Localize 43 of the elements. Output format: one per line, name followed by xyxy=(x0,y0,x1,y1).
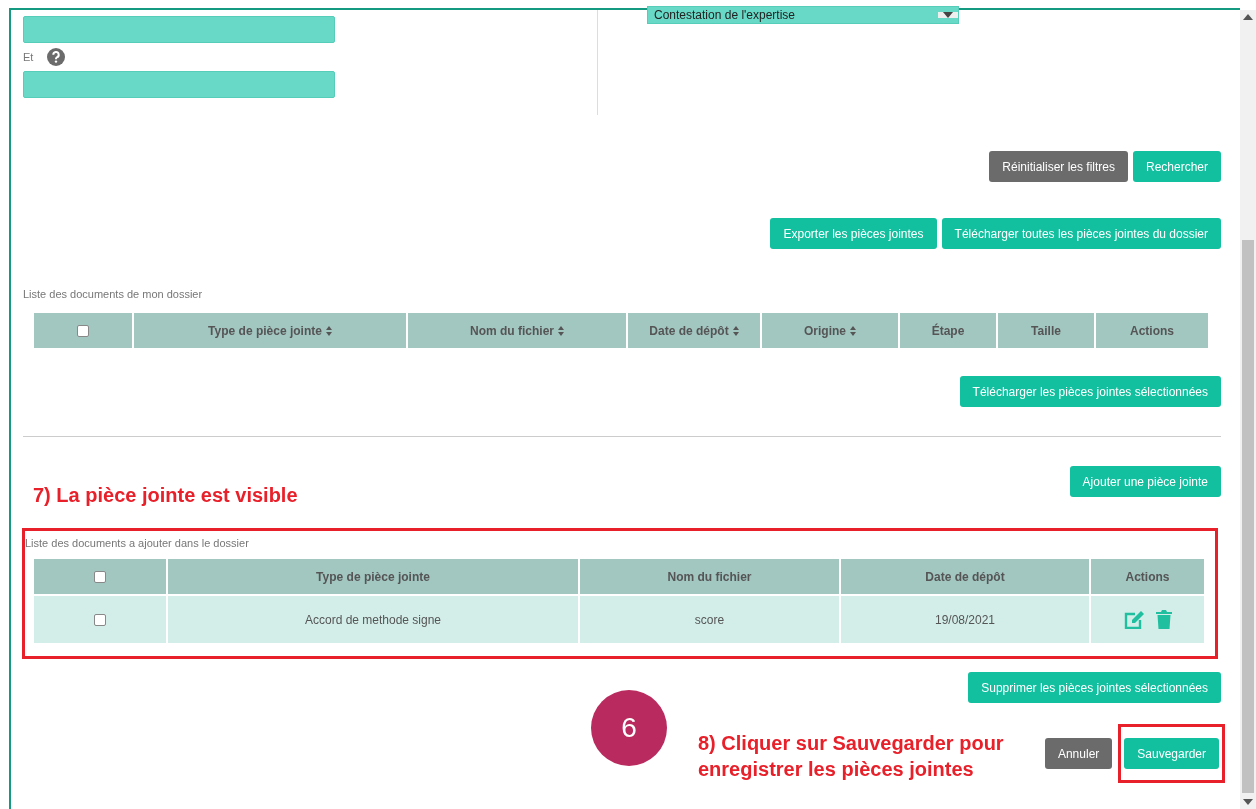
scroll-up-icon[interactable] xyxy=(1243,14,1253,20)
column-header: Type de pièce jointe xyxy=(168,559,578,594)
column-header[interactable]: Type de pièce jointe xyxy=(134,313,406,348)
export-button[interactable]: Télécharger toutes les pièces jointes du dossier xyxy=(941,218,1222,249)
column-header: Date de dépôt xyxy=(841,559,1089,594)
column-header[interactable]: Taille xyxy=(998,313,1094,348)
caret-icon xyxy=(943,12,953,18)
scrollbar[interactable] xyxy=(1240,10,1256,809)
trash-icon[interactable] xyxy=(1155,610,1172,629)
help-icon[interactable] xyxy=(47,48,66,66)
table-cell: 19/08/2021 xyxy=(841,596,1089,643)
table-cell: score xyxy=(580,596,839,643)
annotation-text: 8) Cliquer sur Sauvegarder pour enregistrer les pièces jointes xyxy=(698,731,1005,782)
scroll-down-icon[interactable] xyxy=(1243,799,1253,805)
footer-button[interactable]: Annuler xyxy=(1044,738,1113,769)
field-label: Et xyxy=(23,51,34,63)
step-badge: 6 xyxy=(591,690,667,766)
column-header[interactable]: Étape xyxy=(900,313,996,348)
input-field[interactable] xyxy=(23,16,335,43)
edit-icon[interactable] xyxy=(1123,610,1144,629)
delete-selected-button[interactable]: Supprimer les pièces jointes sélectionnées xyxy=(968,672,1222,703)
export-button[interactable]: Exporter les pièces jointes xyxy=(770,218,937,249)
checkbox[interactable] xyxy=(94,570,106,583)
table-cell: Accord de methode signe xyxy=(168,596,578,643)
table-caption: Liste des documents a ajouter dans le dossier xyxy=(25,537,250,549)
column-header: Nom du fichier xyxy=(580,559,839,594)
filter-button[interactable]: Réinitialiser les filtres xyxy=(989,151,1128,182)
dropdown[interactable]: Contestation de l'expertise xyxy=(647,6,959,24)
table-caption: Liste des documents de mon dossier xyxy=(23,288,204,300)
filter-button[interactable]: Rechercher xyxy=(1133,151,1222,182)
input-field[interactable] xyxy=(23,71,335,98)
checkbox[interactable] xyxy=(94,613,106,626)
column-header: Actions xyxy=(1091,559,1204,594)
scrollbar-thumb[interactable] xyxy=(1242,240,1254,793)
column-header[interactable]: Date de dépôt xyxy=(628,313,760,348)
column-header[interactable]: Nom du fichier xyxy=(408,313,626,348)
download-button[interactable]: Télécharger les pièces jointes sélectionnées xyxy=(959,376,1222,407)
checkbox[interactable] xyxy=(77,324,89,337)
annotation-text: 7) La pièce jointe est visible xyxy=(33,483,298,508)
column-header[interactable]: Origine xyxy=(762,313,898,348)
column-header[interactable]: Actions xyxy=(1096,313,1208,348)
add-attachment-button[interactable]: Ajouter une pièce jointe xyxy=(1069,466,1222,497)
footer-button[interactable]: Sauvegarder xyxy=(1124,738,1220,769)
